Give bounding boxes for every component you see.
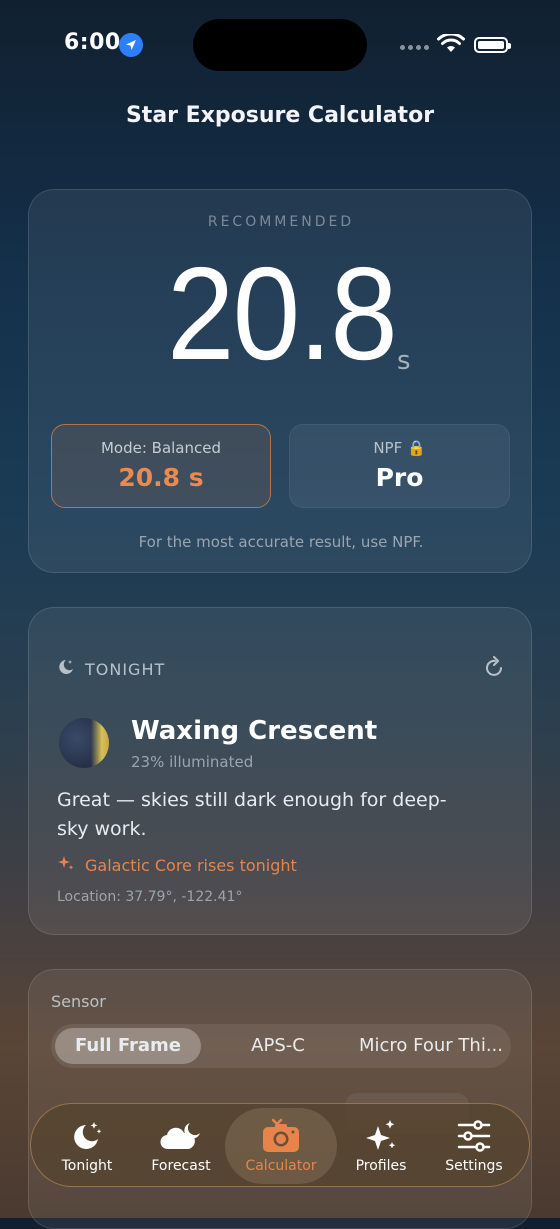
sparkle-icon: [57, 854, 75, 876]
tab-bar: Tonight Forecast Calculator Profiles Set…: [30, 1103, 530, 1187]
status-time: 6:00: [64, 30, 121, 55]
galactic-core-note: Galactic Core rises tonight: [57, 854, 297, 876]
refresh-icon[interactable]: [485, 656, 505, 682]
moon-stars-icon: [39, 1118, 135, 1154]
dynamic-island: [193, 19, 367, 71]
sensor-segmented-control: Full Frame APS-C Micro Four Thi...: [51, 1024, 511, 1068]
mode-balanced-button[interactable]: Mode: Balanced 20.8 s: [51, 424, 271, 508]
camera-icon: [225, 1118, 337, 1154]
wifi-icon: [437, 32, 465, 58]
cellular-signal-icon: [400, 45, 429, 50]
mode-label: Mode: Balanced: [100, 439, 222, 457]
mode-value: 20.8 s: [118, 463, 204, 492]
sensor-option-micro-four-thirds[interactable]: Micro Four Thi...: [355, 1028, 507, 1064]
recommended-unit: s: [397, 346, 411, 376]
npf-value: Pro: [375, 463, 424, 492]
moon-stars-icon: [57, 658, 75, 680]
battery-icon: [474, 37, 511, 53]
recommended-value: 20.8: [166, 240, 397, 387]
page-title: Star Exposure Calculator: [125, 103, 435, 128]
sensor-option-aps-c[interactable]: APS-C: [205, 1028, 351, 1064]
moon-phase-image: [59, 718, 109, 768]
tonight-header: TONIGHT: [57, 658, 165, 680]
tab-label: Forecast: [151, 1158, 211, 1174]
sliders-icon: [426, 1118, 522, 1154]
tab-label: Calculator: [245, 1158, 317, 1174]
tab-calculator[interactable]: Calculator: [225, 1108, 337, 1184]
sensor-option-full-frame[interactable]: Full Frame: [55, 1028, 201, 1064]
npf-label: NPF 🔒: [373, 439, 426, 457]
recommended-label: RECOMMENDED: [207, 214, 355, 230]
tab-label: Profiles: [355, 1158, 407, 1174]
moon-illumination: 23% illuminated: [131, 753, 254, 771]
tab-forecast[interactable]: Forecast: [133, 1104, 229, 1188]
moon-phase-name: Waxing Crescent: [131, 716, 378, 746]
tab-profiles[interactable]: Profiles: [333, 1104, 429, 1188]
npf-hint: For the most accurate result, use NPF.: [138, 533, 424, 551]
sensor-label: Sensor: [51, 992, 106, 1011]
cloud-moon-icon: [133, 1118, 229, 1154]
sparkles-icon: [333, 1118, 429, 1154]
location-arrow-icon: [119, 33, 143, 57]
galactic-core-text: Galactic Core rises tonight: [85, 855, 297, 875]
tonight-heading: TONIGHT: [85, 659, 166, 679]
sky-verdict: Great — skies still dark enough for deep…: [57, 789, 447, 840]
tab-tonight[interactable]: Tonight: [39, 1104, 135, 1188]
location-coordinates: Location: 37.79°, -122.41°: [57, 889, 243, 905]
recommended-card: RECOMMENDED 20.8 s Mode: Balanced 20.8 s…: [28, 189, 532, 573]
tab-label: Settings: [445, 1158, 503, 1174]
tab-settings[interactable]: Settings: [426, 1104, 522, 1188]
npf-pro-button[interactable]: NPF 🔒 Pro: [289, 424, 510, 508]
tonight-card: TONIGHT Waxing Crescent 23% illuminated …: [28, 607, 532, 935]
tab-label: Tonight: [61, 1158, 113, 1174]
